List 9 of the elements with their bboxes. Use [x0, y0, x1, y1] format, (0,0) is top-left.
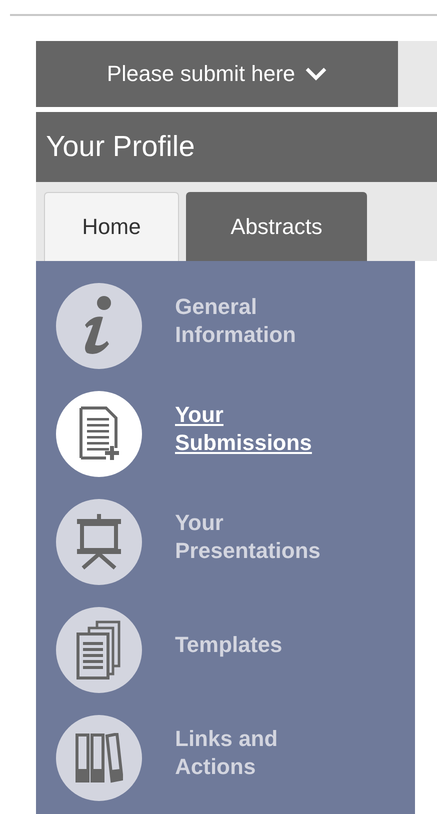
tab[interactable]: Abstracts: [186, 192, 367, 261]
menu-link[interactable]: Templates: [175, 630, 335, 658]
submit-dropdown-button[interactable]: Please submit here: [36, 41, 398, 107]
menu-link[interactable]: General Information: [175, 292, 335, 348]
menu-link[interactable]: Your Presentations: [175, 508, 335, 564]
tab[interactable]: Home: [44, 192, 179, 261]
menu-link[interactable]: Links and Actions: [175, 724, 335, 780]
profile-title: Your Profile: [45, 130, 195, 164]
menu-link[interactable]: Your Submissions: [175, 400, 335, 456]
